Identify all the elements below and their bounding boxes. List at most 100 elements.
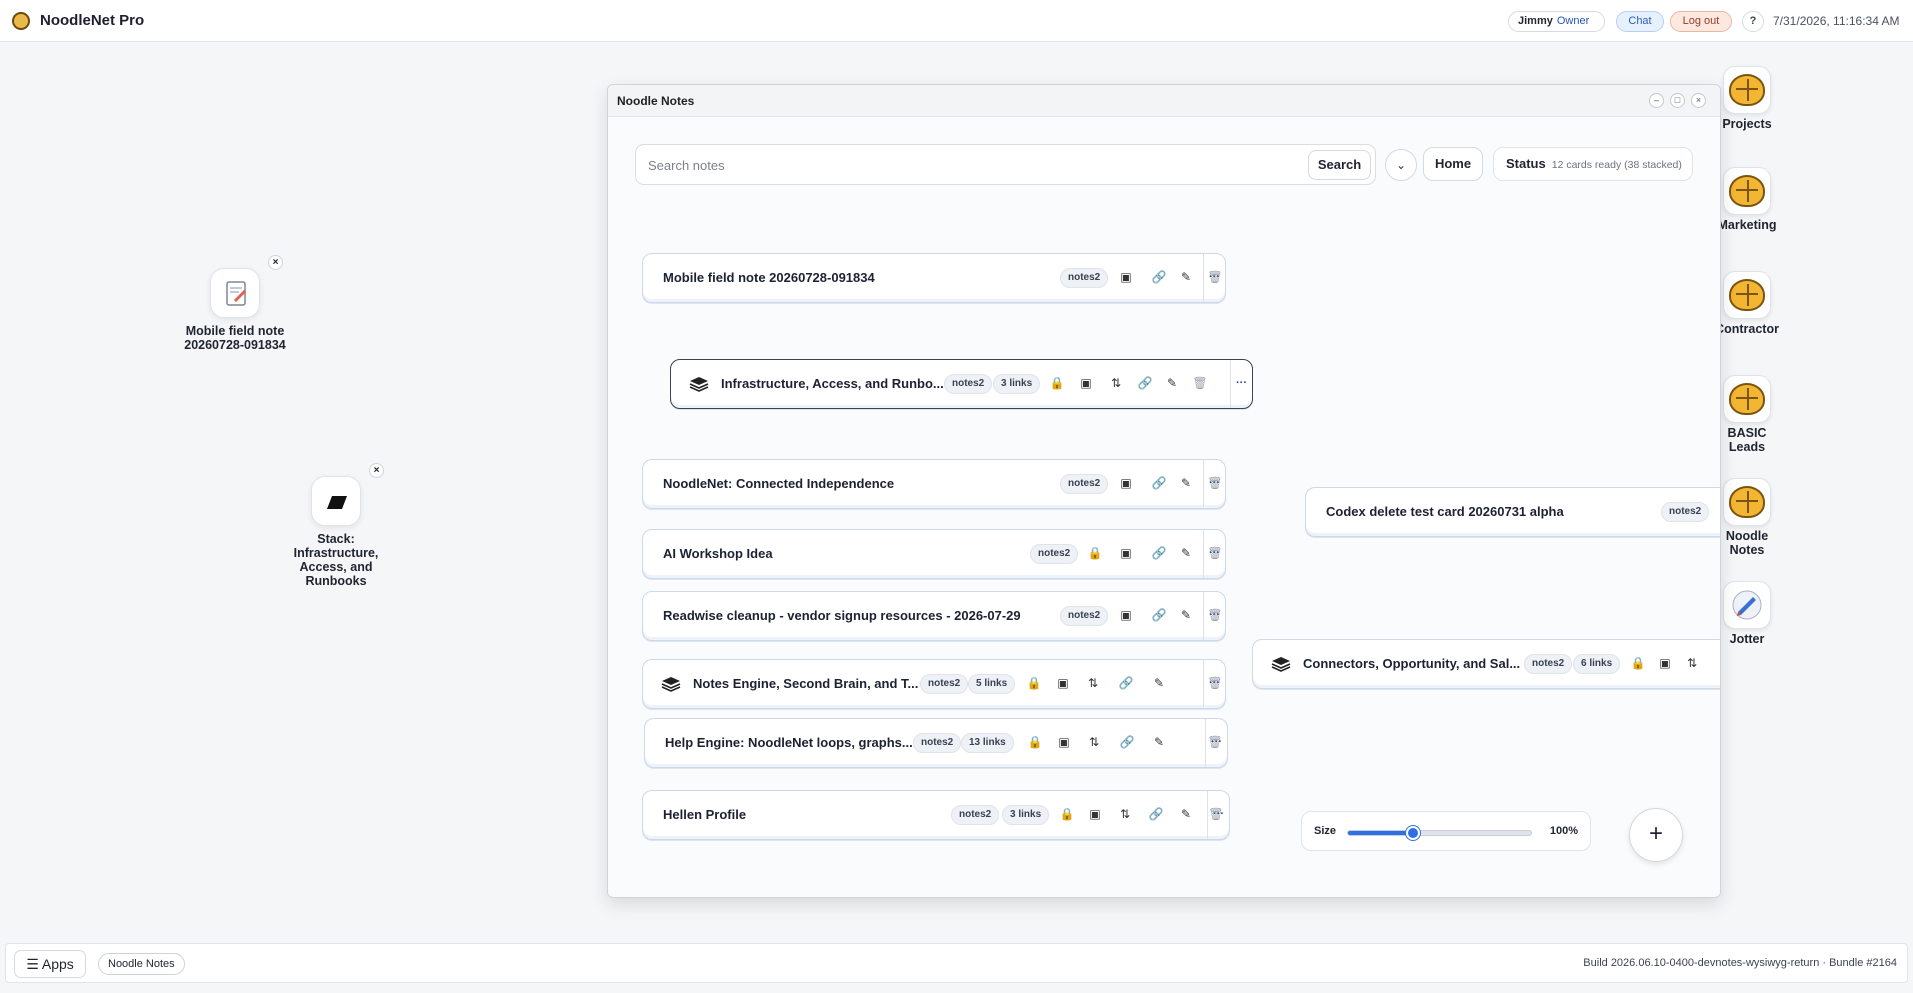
lock-icon[interactable]: 🔒 <box>1027 734 1043 750</box>
links-badge: 6 links <box>1573 654 1621 674</box>
note-card[interactable]: Codex delete test card 20260731 alpha no… <box>1305 487 1720 537</box>
desktop-icon-label: Mobile field note 20260728-091834 <box>184 324 286 352</box>
close-icon[interactable]: × <box>369 463 384 478</box>
sort-icon[interactable]: ⇅ <box>1085 675 1101 691</box>
focus-icon[interactable]: ▣ <box>1056 734 1072 750</box>
link-icon[interactable]: 🔗 <box>1151 545 1167 561</box>
stack-icon <box>1271 657 1291 672</box>
link-icon[interactable]: 🔗 <box>1148 806 1164 822</box>
lock-icon[interactable]: 🔒 <box>1059 806 1075 822</box>
focus-icon[interactable]: ▣ <box>1087 806 1103 822</box>
more-button[interactable]: ··· <box>1203 530 1225 578</box>
focus-icon[interactable]: ▣ <box>1118 475 1134 491</box>
focus-icon[interactable]: ▣ <box>1118 545 1134 561</box>
lock-icon[interactable]: 🔒 <box>1026 675 1042 691</box>
note-card[interactable]: Notes Engine, Second Brain, and T... not… <box>642 659 1226 709</box>
sort-icon[interactable]: ⇅ <box>1108 375 1124 391</box>
chat-button[interactable]: Chat <box>1616 11 1664 32</box>
card-title: Infrastructure, Access, and Runbo... <box>721 376 944 391</box>
more-button[interactable]: ··· <box>1205 719 1227 767</box>
link-icon[interactable]: 🔗 <box>1118 675 1134 691</box>
link-icon[interactable]: 🔗 <box>1119 734 1135 750</box>
focus-icon[interactable]: ▣ <box>1055 675 1071 691</box>
status-indicator[interactable]: Status 12 cards ready (38 stacked) <box>1493 147 1693 181</box>
build-info: Build 2026.06.10-0400-devnotes-wysiwyg-r… <box>1583 957 1897 969</box>
taskbar-item-noodle-notes[interactable]: Noodle Notes <box>98 953 185 975</box>
focus-icon[interactable]: ▣ <box>1078 375 1094 391</box>
apps-button[interactable]: ☰ Apps <box>14 950 86 978</box>
more-button[interactable]: ··· <box>1203 254 1225 302</box>
link-icon[interactable]: 🔗 <box>1137 375 1153 391</box>
help-button[interactable]: ? <box>1742 11 1764 32</box>
desktop-icon-field-note[interactable]: × Mobile field note 20260728-091834 <box>180 255 290 352</box>
note-icon: × <box>210 255 283 318</box>
tag-badge: notes2 <box>1060 268 1109 288</box>
lock-icon[interactable]: 🔒 <box>1049 375 1065 391</box>
edit-icon[interactable]: ✎ <box>1178 475 1194 491</box>
status-text: 12 cards ready (38 stacked) <box>1551 159 1682 171</box>
chevron-down-icon[interactable]: ⌄ <box>1385 149 1417 181</box>
edit-icon[interactable]: ✎ <box>1178 607 1194 623</box>
window-titlebar[interactable]: Noodle Notes – □ × <box>608 85 1720 117</box>
edit-icon[interactable]: ✎ <box>1178 269 1194 285</box>
search-button[interactable]: Search <box>1308 150 1371 180</box>
edit-icon[interactable]: ✎ <box>1151 734 1167 750</box>
dock-item-noodle-notes[interactable]: Noodle Notes <box>1711 478 1783 557</box>
top-bar: NoodleNet Pro Jimmy Owner Chat Log out ? … <box>0 0 1913 42</box>
more-button[interactable]: ··· <box>1230 360 1252 408</box>
note-card[interactable]: AI Workshop Idea notes2 🔒 ▣ 🔗 ✎ 🗑 ··· <box>642 529 1226 579</box>
tag-badge: notes2 <box>1060 606 1109 626</box>
minimize-button[interactable]: – <box>1649 93 1664 108</box>
note-card[interactable]: Mobile field note 20260728-091834 notes2… <box>642 253 1226 303</box>
note-card[interactable]: Hellen Profile notes2 3 links 🔒 ▣ ⇅ 🔗 ✎ … <box>642 790 1230 840</box>
search-bar: Search <box>635 144 1376 185</box>
focus-icon[interactable]: ▣ <box>1657 655 1673 671</box>
edit-icon[interactable]: ✎ <box>1164 375 1180 391</box>
sort-icon[interactable]: ⇅ <box>1684 655 1700 671</box>
dock-item-basic-leads[interactable]: BASIC Leads <box>1711 375 1783 454</box>
more-button[interactable]: ··· <box>1203 460 1225 508</box>
close-window-button[interactable]: × <box>1691 93 1706 108</box>
size-slider-handle[interactable] <box>1405 826 1420 840</box>
trash-icon[interactable]: 🗑 <box>1192 375 1208 391</box>
desktop-icon-stack[interactable]: × Stack: Infrastructure, Access, and Run… <box>281 463 391 588</box>
link-icon[interactable]: 🔗 <box>1151 607 1167 623</box>
user-badge[interactable]: Jimmy Owner <box>1508 11 1605 32</box>
more-button[interactable]: ··· <box>1203 592 1225 640</box>
note-card[interactable]: NoodleNet: Connected Independence notes2… <box>642 459 1226 509</box>
dock-item-contractor[interactable]: Contractor <box>1711 271 1783 336</box>
note-card[interactable]: Readwise cleanup - vendor signup resourc… <box>642 591 1226 641</box>
dock-item-jotter[interactable]: Jotter <box>1711 581 1783 646</box>
note-card[interactable]: Infrastructure, Access, and Runbo... not… <box>670 359 1253 409</box>
lock-icon[interactable]: 🔒 <box>1087 545 1103 561</box>
brain-icon <box>1729 279 1765 311</box>
sort-icon[interactable]: ⇅ <box>1086 734 1102 750</box>
edit-icon[interactable]: ✎ <box>1178 545 1194 561</box>
stack-icon <box>661 677 681 692</box>
close-icon[interactable]: × <box>268 255 283 270</box>
search-input[interactable] <box>648 155 1268 175</box>
edit-icon[interactable]: ✎ <box>1178 806 1194 822</box>
logout-button[interactable]: Log out <box>1670 11 1732 32</box>
edit-icon[interactable]: ✎ <box>1151 675 1167 691</box>
dock-item-projects[interactable]: Projects <box>1711 66 1783 131</box>
dock-item-label: Marketing <box>1717 218 1777 232</box>
more-button[interactable]: ··· <box>1203 660 1225 708</box>
link-icon[interactable]: 🔗 <box>1151 475 1167 491</box>
focus-icon[interactable]: ▣ <box>1118 269 1134 285</box>
sort-icon[interactable]: ⇅ <box>1117 806 1133 822</box>
dock-item-marketing[interactable]: Marketing <box>1711 167 1783 232</box>
card-title: Readwise cleanup - vendor signup resourc… <box>663 608 1021 623</box>
maximize-button[interactable]: □ <box>1670 93 1685 108</box>
note-card[interactable]: Connectors, Opportunity, and Sal... note… <box>1252 639 1720 689</box>
home-button[interactable]: Home <box>1423 147 1483 181</box>
focus-icon[interactable]: ▣ <box>1118 607 1134 623</box>
size-slider[interactable] <box>1347 826 1532 840</box>
add-note-button[interactable]: + <box>1629 808 1683 862</box>
taskbar: ☰ Apps Noodle Notes Build 2026.06.10-040… <box>5 943 1908 983</box>
link-icon[interactable]: 🔗 <box>1151 269 1167 285</box>
more-button[interactable]: ··· <box>1207 791 1229 839</box>
lock-icon[interactable]: 🔒 <box>1630 655 1646 671</box>
size-value: 100% <box>1549 825 1578 837</box>
note-card[interactable]: Help Engine: NoodleNet loops, graphs... … <box>644 718 1228 768</box>
